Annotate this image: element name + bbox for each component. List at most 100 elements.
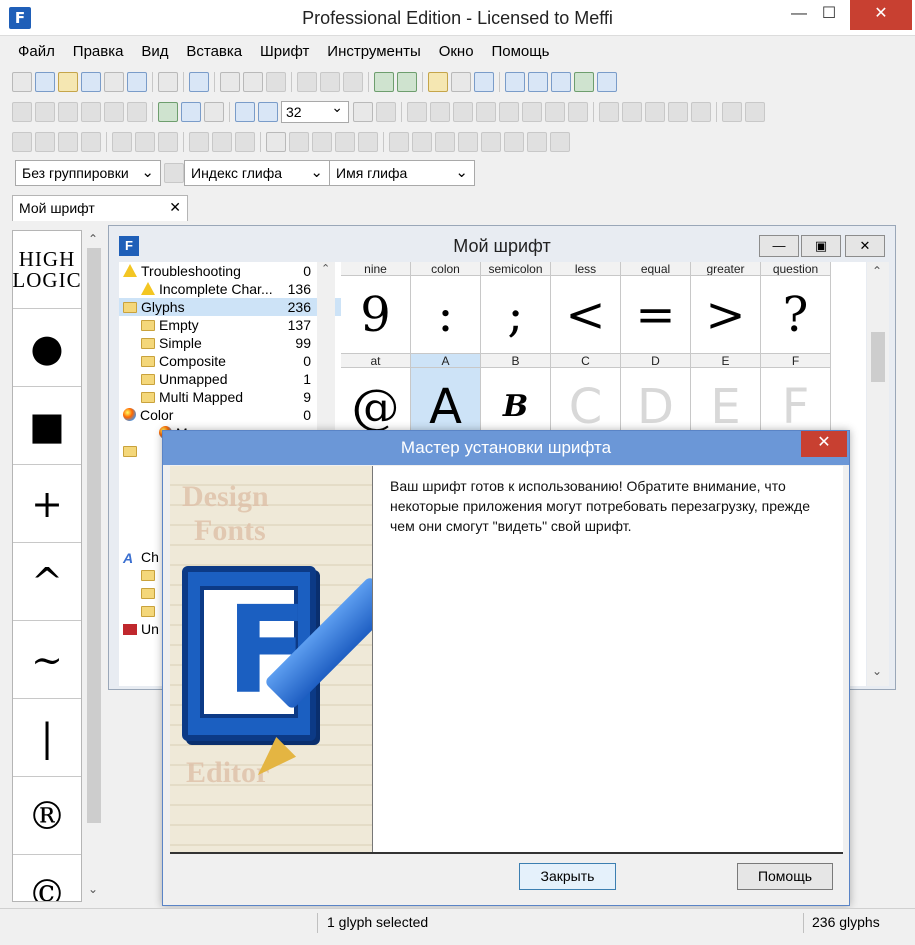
child-minimize-button[interactable]: — [759, 235, 799, 257]
grid-icon[interactable] [204, 102, 224, 122]
strip-cell[interactable]: ® [13, 777, 81, 855]
install-font-icon[interactable] [574, 72, 594, 92]
link-nodes-icon[interactable] [722, 102, 742, 122]
ellipse-icon[interactable] [522, 102, 542, 122]
properties-icon[interactable] [428, 72, 448, 92]
new-file-icon[interactable] [12, 72, 32, 92]
menu-window[interactable]: Окно [431, 40, 480, 60]
print-icon[interactable] [158, 72, 178, 92]
knife-icon[interactable] [104, 102, 124, 122]
erase-contour-icon[interactable] [289, 132, 309, 152]
background-image-icon[interactable] [158, 102, 178, 122]
strip-cell[interactable]: ~ [13, 621, 81, 699]
scroll-thumb[interactable] [871, 332, 885, 382]
actual-size-icon[interactable] [376, 102, 396, 122]
validate-icon[interactable] [451, 72, 471, 92]
preview-icon[interactable] [505, 72, 525, 92]
scroll-down-icon[interactable]: ⌄ [88, 882, 98, 896]
hand-icon[interactable] [58, 102, 78, 122]
fit-icon[interactable] [353, 102, 373, 122]
text-tool-icon[interactable] [474, 72, 494, 92]
mirror-icon[interactable] [481, 132, 501, 152]
rotate-left-icon[interactable] [545, 102, 565, 122]
strip-cell-logo[interactable]: HIGH LOGIC [13, 231, 81, 309]
sort-az-icon[interactable] [164, 163, 184, 183]
lasso-icon[interactable] [35, 102, 55, 122]
align-top-icon[interactable] [189, 132, 209, 152]
metrics-icon[interactable] [551, 72, 571, 92]
dialog-close-button[interactable]: ✕ [801, 431, 847, 457]
redo-icon[interactable] [320, 72, 340, 92]
slant-icon[interactable] [458, 132, 478, 152]
arrow-tool-icon[interactable] [407, 102, 427, 122]
grid-scrollbar[interactable]: ⌃ ⌄ [867, 262, 889, 686]
zoom-in-icon[interactable] [235, 102, 255, 122]
show-points-icon[interactable] [181, 102, 201, 122]
strip-cell[interactable]: ■ [13, 387, 81, 465]
tree-item-empty[interactable]: Empty 137 [119, 316, 345, 334]
menu-help[interactable]: Помощь [483, 40, 555, 60]
menu-edit[interactable]: Правка [65, 40, 130, 60]
group-icon[interactable] [12, 132, 32, 152]
strip-scrollbar[interactable]: ⌃ ⌄ [84, 230, 104, 902]
intersect-icon[interactable] [527, 132, 547, 152]
eraser-icon[interactable] [127, 102, 147, 122]
tree-item-multi-mapped[interactable]: Multi Mapped 9 [119, 388, 345, 406]
ungroup-icon[interactable] [35, 132, 55, 152]
glyph-cell[interactable]: ? [761, 276, 831, 354]
align-nodes-icon[interactable] [622, 102, 642, 122]
strip-cell[interactable]: ^ [13, 543, 81, 621]
edit-image-icon[interactable] [476, 102, 496, 122]
scroll-up-icon[interactable]: ⌃ [321, 262, 330, 275]
refresh-icon[interactable] [343, 72, 363, 92]
close-wizard-button[interactable]: Закрыть [519, 863, 616, 890]
align-right-icon[interactable] [158, 132, 178, 152]
menu-view[interactable]: Вид [133, 40, 174, 60]
tree-item-incomplete[interactable]: Incomplete Char... 136 [119, 280, 345, 298]
simplify-icon[interactable] [335, 132, 355, 152]
align-left-icon[interactable] [112, 132, 132, 152]
effects-icon[interactable] [312, 132, 332, 152]
cut-icon[interactable] [220, 72, 240, 92]
clock-icon[interactable] [358, 132, 378, 152]
tab-my-font[interactable]: Мой шрифт ✕ [12, 195, 188, 221]
node-tool-icon[interactable] [430, 102, 450, 122]
export-icon[interactable] [127, 72, 147, 92]
exclude-icon[interactable] [550, 132, 570, 152]
tree-item-glyphs[interactable]: Glyphs 236 [119, 298, 345, 316]
contour-icon[interactable] [266, 132, 286, 152]
new-from-template-icon[interactable] [35, 72, 55, 92]
open-folder-icon[interactable] [58, 72, 78, 92]
glyph-cell[interactable]: 9 [341, 276, 411, 354]
menu-tools[interactable]: Инструменты [319, 40, 427, 60]
tree-item-composite[interactable]: Composite 0 [119, 352, 345, 370]
child-close-button[interactable]: ✕ [845, 235, 885, 257]
scale-icon[interactable] [691, 102, 711, 122]
paste-icon[interactable] [266, 72, 286, 92]
info-icon[interactable] [597, 72, 617, 92]
glyph-name-select[interactable]: Имя глифа ⌄ [329, 160, 475, 186]
strip-cell[interactable]: ● [13, 309, 81, 387]
zoom-select[interactable]: 32 [281, 99, 349, 123]
scroll-up-icon[interactable]: ⌃ [88, 232, 98, 246]
grouping-select[interactable]: Без группировки ⌄ [15, 160, 161, 186]
glyph-cell[interactable]: = [621, 276, 691, 354]
find-icon[interactable] [189, 72, 209, 92]
glyph-cell[interactable]: : [411, 276, 481, 354]
pen-icon[interactable] [81, 102, 101, 122]
send-back-icon[interactable] [81, 132, 101, 152]
menu-insert[interactable]: Вставка [178, 40, 248, 60]
glyph-cell[interactable]: ; [481, 276, 551, 354]
menu-file[interactable]: Файл [10, 40, 61, 60]
bounding-box-icon[interactable] [668, 102, 688, 122]
align-grid-icon[interactable] [599, 102, 619, 122]
tree-nodes-icon[interactable] [745, 102, 765, 122]
close-tab-icon[interactable]: ✕ [169, 199, 181, 216]
align-middle-icon[interactable] [212, 132, 232, 152]
glyph-cell[interactable]: < [551, 276, 621, 354]
check-icon[interactable] [528, 72, 548, 92]
align-center-icon[interactable] [135, 132, 155, 152]
import-glyph-icon[interactable] [397, 72, 417, 92]
copy-icon[interactable] [243, 72, 263, 92]
tree-item-troubleshooting[interactable]: Troubleshooting 0 [119, 262, 345, 280]
